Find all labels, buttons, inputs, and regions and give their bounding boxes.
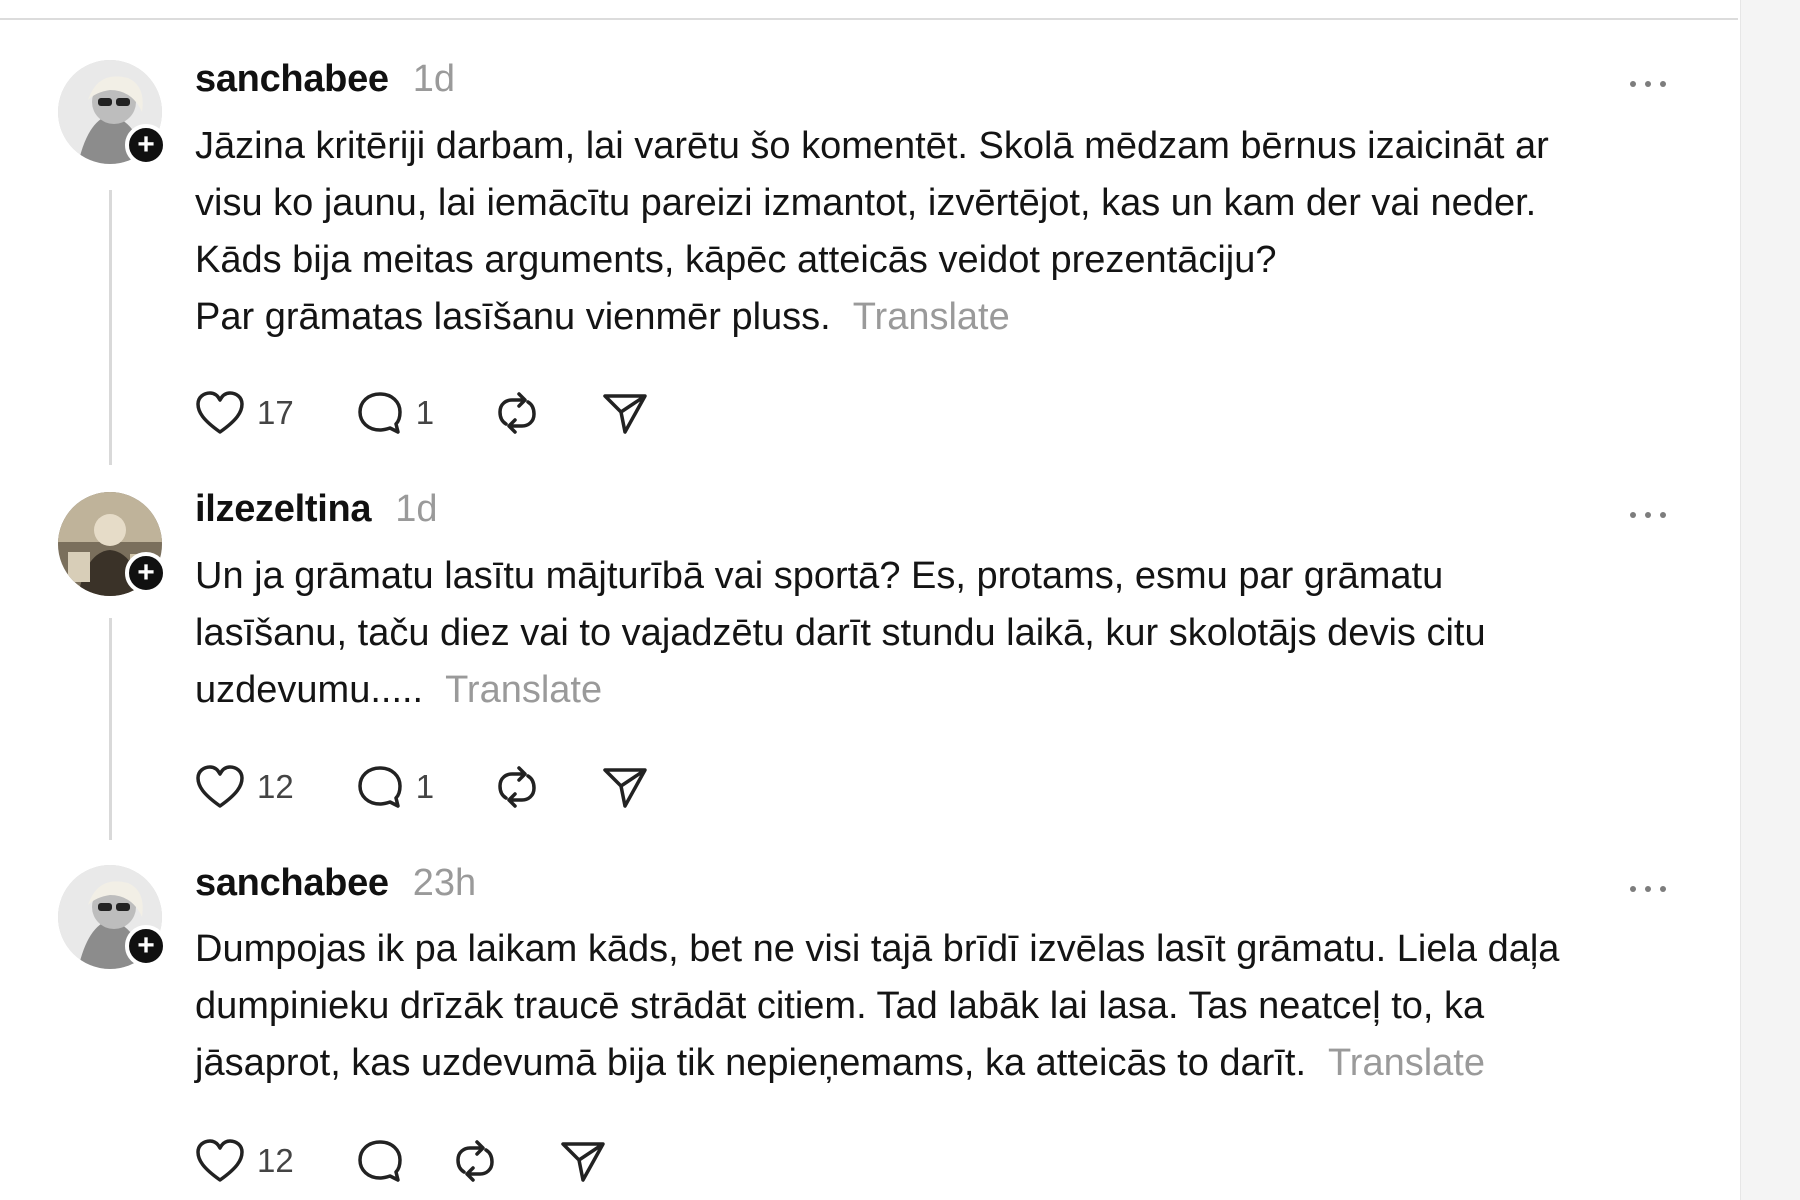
repost-button[interactable]: [450, 1138, 500, 1184]
post-text: Un ja grāmatu lasītu mājturībā vai sport…: [195, 548, 1665, 719]
send-icon: [560, 1142, 605, 1182]
share-button[interactable]: [600, 764, 650, 810]
post-text-line: Dumpojas ik pa laikam kāds, bet ne visi …: [195, 928, 1560, 970]
send-icon: [603, 394, 647, 434]
post-text: Dumpojas ik pa laikam kāds, bet ne visi …: [195, 921, 1665, 1092]
action-bar: 12 1: [195, 762, 650, 812]
action-bar: 17 1: [195, 388, 650, 438]
action-bar: 12: [195, 1136, 608, 1186]
post-text-line: visu ko jaunu, lai iemācītu pareizi izma…: [195, 182, 1537, 224]
like-button[interactable]: 12: [195, 1138, 294, 1184]
heart-icon: [196, 765, 244, 808]
reply-button[interactable]: 1: [356, 390, 434, 436]
reply-button[interactable]: [356, 1138, 416, 1184]
follow-plus-icon[interactable]: +: [125, 552, 167, 594]
username[interactable]: ilzezeltina: [195, 488, 372, 531]
speech-bubble-icon: [357, 766, 402, 808]
post-text-line: Par grāmatas lasīšanu vienmēr pluss.: [195, 296, 831, 338]
post-text-line: jāsaprot, kas uzdevumā bija tik nepieņem…: [195, 1042, 1306, 1084]
translate-link[interactable]: Translate: [445, 669, 602, 711]
timestamp[interactable]: 1d: [413, 58, 455, 101]
thread-line: [109, 618, 112, 840]
share-button[interactable]: [558, 1138, 608, 1184]
reply-count: 1: [415, 394, 435, 431]
more-options-ellipsis-icon[interactable]: [1628, 505, 1668, 525]
repost-button[interactable]: [492, 390, 542, 436]
heart-icon: [196, 1139, 244, 1182]
like-button[interactable]: 12: [195, 764, 294, 810]
like-count: 12: [257, 768, 294, 805]
share-button[interactable]: [600, 390, 650, 436]
reply-count: 1: [415, 768, 435, 805]
repost-button[interactable]: [492, 764, 542, 810]
like-count: 17: [257, 394, 294, 431]
post-text-line: Un ja grāmatu lasītu mājturībā vai sport…: [195, 555, 1444, 597]
repost-icon: [455, 1140, 494, 1182]
top-divider: [0, 18, 1738, 20]
post-text-line: uzdevumu.....: [195, 669, 424, 711]
like-count: 12: [257, 1142, 294, 1179]
translate-link[interactable]: Translate: [1328, 1042, 1485, 1084]
more-options-ellipsis-icon[interactable]: [1628, 74, 1668, 94]
speech-bubble-icon: [357, 392, 402, 434]
follow-plus-icon[interactable]: +: [125, 925, 167, 967]
repost-icon: [498, 392, 536, 434]
post-text-line: lasīšanu, taču diez vai to vajadzētu dar…: [195, 612, 1486, 654]
username[interactable]: sanchabee: [195, 58, 389, 101]
translate-link[interactable]: Translate: [853, 296, 1010, 338]
timestamp[interactable]: 1d: [395, 488, 437, 531]
like-button[interactable]: 17: [195, 390, 294, 436]
heart-icon: [196, 391, 244, 434]
timestamp[interactable]: 23h: [413, 862, 476, 905]
speech-bubble-icon: [357, 1140, 402, 1182]
post-text-line: dumpinieku drīzāk traucē strādāt citiem.…: [195, 985, 1485, 1027]
follow-plus-icon[interactable]: +: [125, 124, 167, 166]
thread-line: [109, 190, 112, 465]
post-text-line: Kāds bija meitas arguments, kāpēc atteic…: [195, 239, 1277, 281]
username[interactable]: sanchabee: [195, 862, 389, 905]
scrollbar[interactable]: [1740, 0, 1800, 1200]
post-text-line: Jāzina kritēriji darbam, lai varētu šo k…: [195, 125, 1549, 167]
post-text: Jāzina kritēriji darbam, lai varētu šo k…: [195, 118, 1665, 346]
more-options-ellipsis-icon[interactable]: [1628, 879, 1668, 899]
send-icon: [603, 768, 647, 808]
reply-button[interactable]: 1: [356, 764, 434, 810]
repost-icon: [498, 766, 536, 808]
